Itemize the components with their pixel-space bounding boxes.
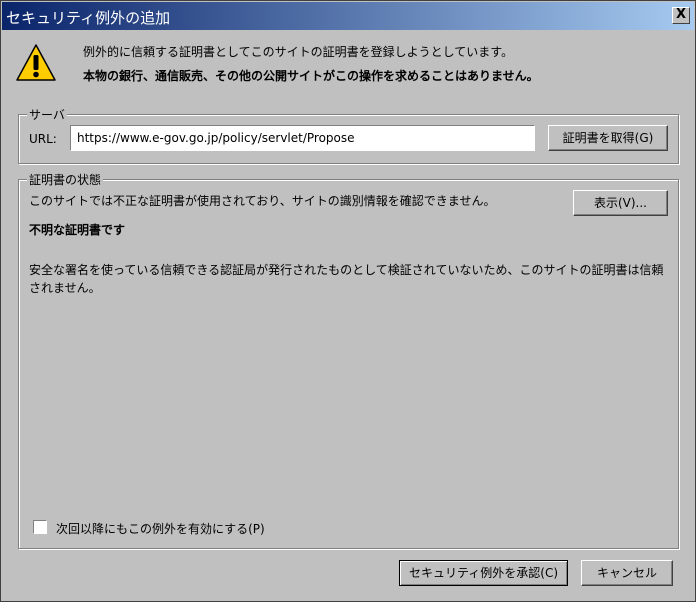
unknown-certificate-heading: 不明な証明書です bbox=[29, 223, 126, 237]
permanent-exception-label[interactable]: 次回以降にもこの例外を有効にする(P) bbox=[56, 520, 265, 537]
add-security-exception-dialog: セキュリティ例外の追加 X 例外的に信頼する証明書としてこのサイトの証明書を登録… bbox=[0, 0, 696, 602]
warning-emphasis: 本物の銀行、通信販売、その他の公開サイトがこの操作を求めることはありません。 bbox=[83, 69, 539, 83]
warning-message: 例外的に信頼する証明書としてこのサイトの証明書を登録しようとしています。 bbox=[83, 45, 514, 59]
warning-icon bbox=[16, 44, 56, 81]
get-certificate-button[interactable]: 証明書を取得(G) bbox=[548, 125, 668, 151]
status-legend: 証明書の状態 bbox=[27, 171, 104, 188]
server-legend: サーバ bbox=[27, 106, 67, 123]
status-detail: 安全な署名を使っている信頼できる認証局が発行されたものとして検証されていないため… bbox=[29, 263, 664, 295]
close-button[interactable]: X bbox=[672, 7, 690, 24]
close-icon: X bbox=[675, 7, 687, 22]
status-summary: このサイトでは不正な証明書が使用されており、サイトの識別情報を確認できません。 bbox=[29, 194, 496, 208]
view-certificate-button[interactable]: 表示(V)... bbox=[573, 190, 668, 216]
confirm-exception-button[interactable]: セキュリティ例外を承認(C) bbox=[399, 560, 568, 586]
cancel-button[interactable]: キャンセル bbox=[581, 560, 673, 586]
url-label: URL: bbox=[29, 132, 57, 146]
title-bar[interactable]: セキュリティ例外の追加 X bbox=[2, 2, 694, 30]
dialog-title: セキュリティ例外の追加 bbox=[6, 9, 171, 27]
url-input[interactable]: https://www.e-gov.go.jp/policy/servlet/P… bbox=[70, 125, 535, 151]
permanent-exception-checkbox[interactable] bbox=[33, 520, 47, 534]
